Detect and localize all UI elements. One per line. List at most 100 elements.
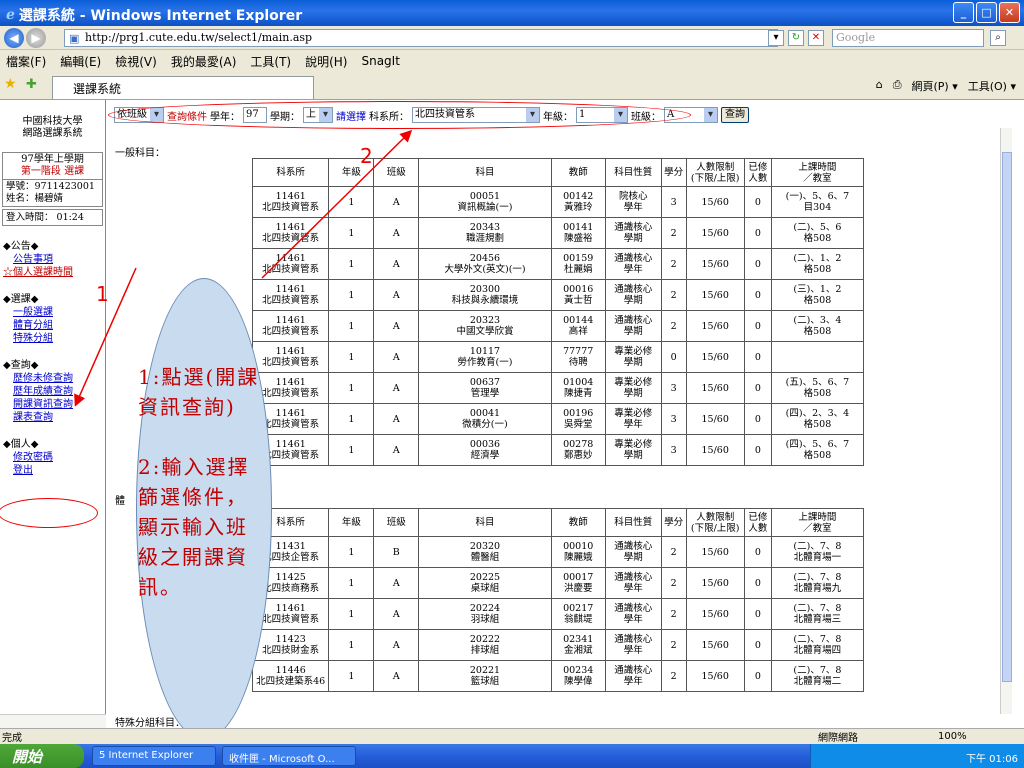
table-cell: 1 (328, 567, 375, 599)
table-cell: 0 (743, 310, 772, 342)
nav-item-personal-time[interactable]: ☆個人選課時間 (3, 266, 105, 279)
refresh-icon[interactable]: ↻ (788, 30, 804, 46)
nav-item-timetable[interactable]: 課表查詢 (13, 411, 105, 424)
table-cell: A (373, 434, 420, 466)
table-cell: 0 (743, 341, 772, 373)
table-cell: 3 (660, 186, 687, 218)
table-cell: 1 (328, 279, 375, 311)
column-header: 已修 人數 (743, 508, 772, 537)
table-cell: 0 (743, 629, 772, 661)
nav-item-grade-history[interactable]: 歷年成績查詢 (13, 385, 105, 398)
table-cell: A (373, 341, 420, 373)
table-row: 11423 北四技財金系 1 A 20222 排球組 02341 金湘斌 通識核心 學年 2 15/6… (251, 629, 865, 661)
column-header: 科系所 (251, 158, 330, 187)
menu-tools[interactable]: 工具(T) (250, 53, 291, 70)
main-vertical-scrollbar[interactable] (1000, 128, 1012, 714)
table-cell: (二)、7、8 北體育場九 (770, 567, 865, 599)
table-cell: A (373, 567, 420, 599)
home-icon[interactable]: ⌂ (876, 78, 883, 94)
tools-menu[interactable]: 工具(O) ▾ (968, 78, 1016, 94)
favorites-star-icon[interactable]: ★ (4, 76, 17, 92)
table-cell: 0 (743, 660, 772, 692)
table-row: 11461 北四技資管系 1 A 20456 大學外文(英文)(一) 00159 杜麗娟 通識核… (251, 248, 865, 280)
table-cell: (一)、5、6、7 目304 (770, 186, 865, 218)
table-cell: 11461 北四技資管系 (251, 310, 330, 342)
search-icon[interactable]: ⌕ (990, 30, 1006, 46)
page-menu[interactable]: 網頁(P) ▾ (912, 78, 958, 94)
table-cell: 11461 北四技資管系 (251, 248, 330, 280)
table-cell: 0 (743, 567, 772, 599)
table-cell: 1 (328, 186, 375, 218)
table-cell: 通識核心 學期 (604, 310, 662, 342)
print-icon[interactable]: ⎙ (893, 78, 902, 94)
minimize-button[interactable]: _ (953, 2, 974, 23)
table-cell: (二)、1、2 格508 (770, 248, 865, 280)
add-favorite-icon[interactable]: ✚ (26, 77, 37, 92)
table-cell: 20225 桌球組 (418, 567, 552, 599)
table-cell: 專業必修 學年 (604, 403, 662, 435)
nav-item-course-info-query[interactable]: 開課資訊查詢 (13, 398, 105, 411)
left-nav-frame: 中國科技大學 網路選課系統 97學年上學期 第一階段 選課 學號：9711423… (0, 100, 106, 728)
table-cell: (四)、5、6、7 格508 (770, 434, 865, 466)
column-header: 人數限制 (下限/上限) (685, 508, 745, 537)
nav-item-change-password[interactable]: 修改密碼 (13, 451, 105, 464)
task-outlook-inbox[interactable]: 收件匣 - Microsoft O... (222, 746, 356, 766)
ie-icon: ℯ (6, 6, 15, 23)
menu-favorites[interactable]: 我的最愛(A) (171, 53, 237, 70)
table-cell: 11461 北四技資管系 (251, 279, 330, 311)
menu-help[interactable]: 說明(H) (305, 53, 347, 70)
close-button[interactable]: ✕ (999, 2, 1020, 23)
zone-indicator: 網際網路 (818, 733, 858, 744)
table-cell: 通識核心 學年 (604, 248, 662, 280)
nav-item-special-group[interactable]: 特殊分組 (13, 332, 105, 345)
table-cell: 0 (743, 217, 772, 249)
nav-item-announcements[interactable]: 公告事項 (13, 253, 105, 266)
menu-view[interactable]: 檢視(V) (115, 53, 157, 70)
table-cell: 1 (328, 248, 375, 280)
table-cell: 15/60 (685, 403, 745, 435)
nav-header-query: ◆查詢◆ (3, 360, 39, 371)
table-row: 11461 北四技資管系 1 A 20323 中國文學欣賞 00144 高祥 通識核心 學期 2 15… (251, 310, 865, 342)
query-button[interactable]: 查詢 (721, 107, 749, 123)
annotation-ellipse-nav (0, 498, 98, 528)
tab-course-selection[interactable]: 選課系統 (52, 76, 314, 99)
task-internet-explorer[interactable]: 5 Internet Explorer (92, 746, 216, 766)
nav-item-general-select[interactable]: 一般選課 (13, 306, 105, 319)
table-cell: 15/60 (685, 217, 745, 249)
forward-icon[interactable]: ▶ (26, 27, 46, 48)
zoom-level[interactable]: 100% (938, 731, 967, 742)
window-title-bar[interactable]: ℯ 選課系統 - Windows Internet Explorer _ □ ✕ (0, 0, 1024, 26)
nav-item-logout[interactable]: 登出 (13, 464, 105, 477)
column-header: 學分 (660, 158, 687, 187)
start-button[interactable]: 開始 (0, 744, 84, 768)
table-row: 11461 北四技資管系 1 A 10117 勞作教育(一) 77777 待聘 專業必修 學期 0 1… (251, 341, 865, 373)
address-dropdown-icon[interactable]: ▾ (768, 30, 784, 46)
menu-edit[interactable]: 編輯(E) (60, 53, 101, 70)
table-cell: 3 (660, 403, 687, 435)
table-cell: 2 (660, 536, 687, 568)
table-cell: 20221 籃球組 (418, 660, 552, 692)
left-horizontal-scrollbar[interactable] (0, 714, 106, 728)
stop-icon[interactable]: ✕ (808, 30, 824, 46)
table-cell: 15/60 (685, 248, 745, 280)
address-input[interactable]: ▣ http://prg1.cute.edu.tw/select1/main.as… (64, 29, 778, 47)
table-cell: 00041 微積分(一) (418, 403, 552, 435)
table-cell: 通識核心 學期 (604, 279, 662, 311)
window-title: 選課系統 - Windows Internet Explorer (18, 7, 303, 24)
table-cell: 3 (660, 372, 687, 404)
snagit-button[interactable]: SnagIt (361, 54, 399, 68)
search-input[interactable]: Google (832, 29, 984, 47)
column-header: 科目性質 (604, 158, 662, 187)
table-cell: 00051 資訊概論(一) (418, 186, 552, 218)
annotation-marker-1: 1 (96, 282, 109, 306)
maximize-button[interactable]: □ (976, 2, 997, 23)
menu-file[interactable]: 檔案(F) (6, 53, 46, 70)
nav-item-course-history[interactable]: 歷修未修查詢 (13, 372, 105, 385)
table-cell: 2 (660, 279, 687, 311)
back-icon[interactable]: ◀ (4, 27, 24, 48)
table-cell: (二)、7、8 北體育場一 (770, 536, 865, 568)
table-cell: A (373, 217, 420, 249)
tab-bar: ★ ✚ 選課系統 ⌂ ⎙ 網頁(P) ▾ 工具(O) ▾ (0, 72, 1024, 100)
nav-item-pe-group[interactable]: 體育分組 (13, 319, 105, 332)
scrollbar-thumb[interactable] (1002, 152, 1012, 682)
